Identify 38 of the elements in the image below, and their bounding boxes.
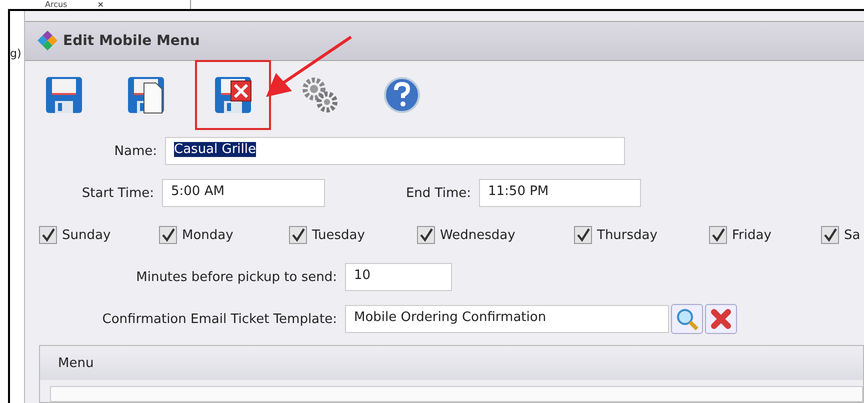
day-label: Tuesday: [312, 228, 365, 242]
background-tab[interactable]: Arcus ×: [20, 0, 191, 9]
floppy-page-icon: [126, 75, 166, 115]
end-time-label: End Time:: [404, 186, 471, 200]
checkbox[interactable]: [159, 226, 177, 244]
checkbox[interactable]: [417, 226, 435, 244]
day-label: Monday: [182, 228, 234, 242]
day-label: Wednesday: [440, 228, 516, 242]
start-time-label: Start Time:: [80, 186, 154, 200]
checkbox[interactable]: [289, 226, 307, 244]
checkbox[interactable]: [709, 226, 727, 244]
checkbox[interactable]: [821, 226, 839, 244]
cubes-icon: [37, 31, 57, 51]
end-time-field[interactable]: 11:50 PM: [479, 179, 641, 207]
help-icon: [382, 75, 422, 115]
day-label: Thursday: [597, 228, 658, 242]
day-label: Sa: [844, 228, 860, 242]
name-label: Name:: [113, 144, 157, 158]
window-title: Edit Mobile Menu: [63, 33, 200, 49]
clear-button[interactable]: [705, 304, 737, 334]
gears-icon: [300, 75, 340, 115]
floppy-cross-icon: [213, 75, 253, 115]
name-field[interactable]: Casual Grille: [165, 137, 625, 165]
day-label: Friday: [732, 228, 772, 242]
template-field[interactable]: Mobile Ordering Confirmation: [345, 305, 669, 333]
search-icon: [675, 307, 699, 331]
search-button[interactable]: [671, 304, 703, 334]
checkbox[interactable]: [39, 226, 57, 244]
minutes-field[interactable]: 10: [345, 263, 452, 291]
checkbox[interactable]: [574, 226, 592, 244]
template-label: Confirmation Email Ticket Template:: [101, 312, 337, 326]
close-icon: [709, 307, 733, 331]
day-label: Sunday: [62, 228, 111, 242]
group-title: Menu: [58, 356, 94, 370]
background-text: g): [10, 46, 22, 62]
toolbar-button[interactable]: [195, 60, 271, 130]
minutes-label: Minutes before pickup to send:: [135, 270, 337, 284]
start-time-field[interactable]: 5:00 AM: [162, 179, 325, 207]
